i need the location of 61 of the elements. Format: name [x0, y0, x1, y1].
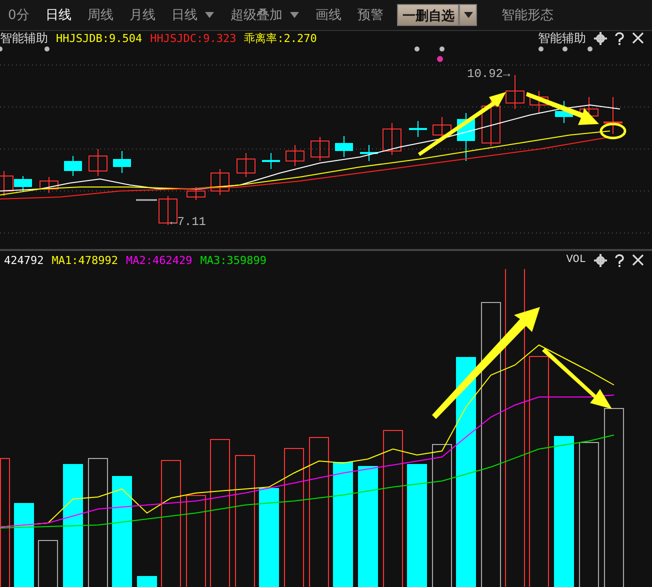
candlestick [335, 136, 353, 158]
signal-dot [538, 46, 544, 52]
toolbar-tab[interactable]: 画线 [309, 6, 348, 24]
candlestick [382, 122, 402, 156]
signal-dot [44, 46, 50, 52]
toolbar-dropdown[interactable]: 超级叠加 [224, 6, 306, 24]
toolbar-tab[interactable]: 智能形态 [495, 6, 560, 24]
volume-bar [137, 576, 157, 587]
signal-dot [437, 56, 443, 62]
help-icon[interactable] [615, 32, 624, 44]
candlestick [604, 96, 622, 134]
dropdown-button[interactable] [459, 4, 478, 26]
help-icon[interactable] [615, 254, 624, 266]
candlestick [236, 152, 256, 178]
settings-icon[interactable] [594, 254, 607, 266]
arrow [542, 348, 612, 409]
signal-dot [562, 46, 568, 52]
candlestick [530, 90, 548, 114]
indicator-value: HHJSJDB:9.504 [56, 32, 142, 44]
indicator-value: HHJSJDC:9.323 [150, 32, 236, 44]
toolbar-tab[interactable]: 0分 [2, 6, 36, 24]
caret-icon [205, 12, 214, 18]
candlestick [262, 152, 280, 170]
signal-dot [440, 46, 444, 52]
signal-dot [414, 46, 420, 52]
indicator-value: MA2:462429 [126, 254, 192, 266]
toolbar-dropdown[interactable]: 日线 [165, 6, 220, 24]
highlight-circle [600, 122, 626, 140]
candlestick [409, 120, 427, 138]
toolbar-tab[interactable]: 日线 [39, 6, 78, 24]
candlestick [113, 150, 131, 174]
candlestick [64, 156, 82, 176]
toolbar-tab[interactable]: 周线 [81, 6, 120, 24]
close-icon[interactable] [632, 254, 644, 266]
candlestick [482, 100, 500, 146]
signal-dot [588, 46, 592, 52]
indicator-value: 乖离率:2.270 [244, 30, 317, 46]
high-price-label: 10.92→ [467, 67, 510, 81]
indicator-value: 424792 [4, 254, 44, 266]
candlestick [186, 186, 206, 200]
indicator-value: MA1:478992 [52, 254, 118, 266]
candlestick [40, 176, 58, 194]
caret-icon [464, 12, 473, 18]
panel-title: 智能辅助 [0, 30, 48, 46]
candlestick [286, 144, 304, 166]
volume-bar [38, 540, 58, 587]
close-icon[interactable] [632, 32, 644, 44]
candlestick [210, 168, 230, 196]
indicator-value: MA3:359899 [200, 254, 266, 266]
panel-label: 智能辅助 [538, 30, 586, 46]
caret-icon [290, 12, 300, 18]
toolbar-button[interactable]: 一删自选 [397, 4, 460, 26]
panel-label: VOL [566, 254, 586, 266]
candlestick [88, 148, 108, 176]
settings-icon[interactable] [594, 32, 607, 44]
level-line [136, 199, 157, 201]
toolbar-tab[interactable]: 预警 [351, 6, 390, 24]
low-price-label: ←7.11 [170, 215, 206, 229]
candlestick [360, 144, 378, 162]
toolbar-tab[interactable]: 月线 [123, 6, 162, 24]
candlestick [310, 136, 330, 162]
